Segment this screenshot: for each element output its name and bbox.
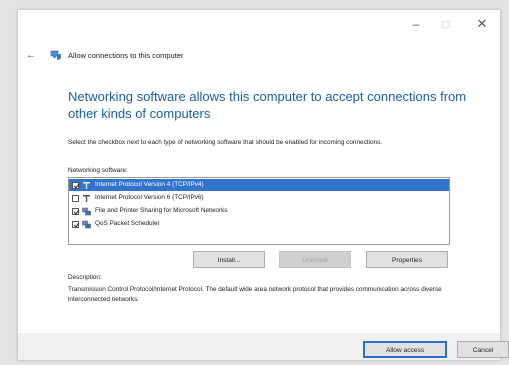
network-shield-icon — [50, 50, 62, 61]
list-item-label: File and Printer Sharing for Microsoft N… — [95, 207, 228, 214]
list-item-file-printer-sharing[interactable]: File and Printer Sharing for Microsoft N… — [69, 205, 449, 217]
cancel-button[interactable]: Cancel — [457, 341, 509, 358]
protocol-icon — [83, 194, 90, 202]
network-service-icon — [82, 207, 91, 215]
install-button[interactable]: Install... — [193, 251, 265, 268]
ipv4-checkbox[interactable] — [72, 181, 79, 189]
networking-software-list[interactable]: Internet Protocol Version 4 (TCP/IPv4) I… — [68, 177, 450, 245]
minimize-button[interactable]: – — [408, 16, 424, 32]
instruction-text: Select the checkbox next to each type of… — [68, 139, 383, 146]
properties-button[interactable]: Properties — [366, 251, 448, 268]
networking-software-label: Networking software: — [68, 167, 128, 174]
list-item-qos-packet-scheduler[interactable]: QoS Packet Scheduler — [69, 218, 449, 230]
qos-checkbox[interactable] — [72, 220, 79, 228]
list-item-ipv6[interactable]: Internet Protocol Version 6 (TCP/IPv6) — [69, 192, 449, 204]
description-label: Description: — [68, 274, 102, 281]
list-item-label: QoS Packet Scheduler — [95, 220, 160, 227]
allow-access-button[interactable]: Allow access — [363, 341, 447, 358]
list-item-ipv4[interactable]: Internet Protocol Version 4 (TCP/IPv4) — [69, 179, 449, 191]
list-item-label: Internet Protocol Version 4 (TCP/IPv4) — [95, 181, 204, 188]
page-heading: Networking software allows this computer… — [68, 89, 467, 121]
breadcrumb-title: Allow connections to this computer — [68, 50, 184, 60]
maximize-button[interactable]: □ — [438, 16, 454, 32]
title-bar: – □ ✕ — [18, 10, 500, 38]
protocol-icon — [83, 181, 90, 189]
list-item-label: Internet Protocol Version 6 (TCP/IPv6) — [95, 194, 204, 201]
back-arrow-icon[interactable]: ← — [26, 50, 40, 61]
description-text: Transmission Control Protocol/Internet P… — [68, 286, 442, 303]
close-button[interactable]: ✕ — [474, 16, 490, 32]
file-printer-sharing-checkbox[interactable] — [72, 207, 79, 215]
uninstall-button: Uninstall — [279, 251, 351, 268]
network-service-icon — [82, 220, 91, 228]
ipv6-checkbox[interactable] — [72, 194, 79, 202]
dialog-window: – □ ✕ ← Allow connections to this comput… — [18, 10, 509, 360]
breadcrumb: ← Allow connections to this computer — [26, 48, 183, 62]
